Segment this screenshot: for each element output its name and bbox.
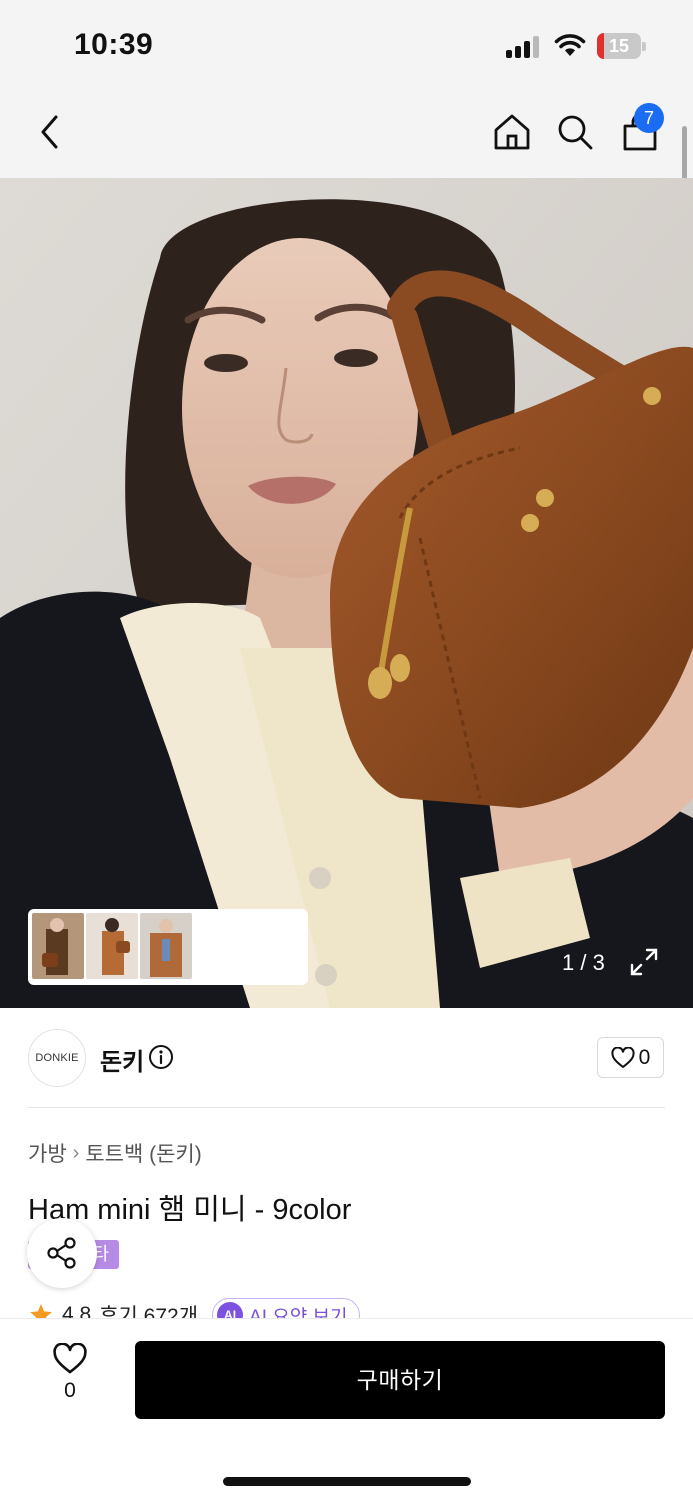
carousel-page-indicator: 1 / 3 <box>562 950 605 975</box>
battery-percent: 15 <box>608 36 630 56</box>
heart-outline-icon <box>611 1046 635 1068</box>
share-icon <box>47 1237 76 1269</box>
expand-icon[interactable] <box>628 946 660 978</box>
home-button[interactable] <box>488 108 536 156</box>
brand-logo[interactable]: DONKIE <box>28 1029 86 1087</box>
share-button[interactable] <box>27 1218 97 1288</box>
thumbnail-strip <box>28 909 308 985</box>
breadcrumb: 가방 › 토트백 (돈키) <box>28 1138 202 1168</box>
heart-outline-icon <box>53 1343 87 1374</box>
breadcrumb-item-bag[interactable]: 가방 <box>28 1138 67 1168</box>
status-bar: 10:39 15 <box>0 0 693 88</box>
status-time: 10:39 <box>74 28 154 61</box>
brand-like-button[interactable]: 0 <box>597 1037 664 1078</box>
home-icon <box>494 114 530 150</box>
wishlist-button[interactable]: 0 <box>40 1343 100 1413</box>
buy-button[interactable]: 구매하기 <box>135 1341 665 1419</box>
home-indicator <box>223 1477 471 1486</box>
cellular-signal-icon <box>506 34 542 58</box>
thumbnail-3[interactable] <box>140 913 192 979</box>
wishlist-count: 0 <box>64 1379 76 1402</box>
search-button[interactable] <box>551 108 599 156</box>
info-icon[interactable] <box>148 1044 174 1070</box>
bottom-action-bar: 0 구매하기 <box>0 1318 693 1500</box>
breadcrumb-item-tote[interactable]: 토트백 (돈키) <box>85 1138 201 1168</box>
brand-name[interactable]: 돈키 <box>100 1042 144 1077</box>
top-nav-bar <box>0 88 693 178</box>
thumbnail-1[interactable] <box>32 913 84 979</box>
chevron-right-icon: › <box>72 1141 80 1164</box>
back-button[interactable] <box>26 108 74 156</box>
cart-count-badge: 7 <box>634 103 664 133</box>
brand-like-count: 0 <box>638 1045 651 1069</box>
product-hero-image <box>0 178 693 1008</box>
divider <box>28 1107 665 1108</box>
product-image-carousel[interactable]: 1 / 3 <box>0 178 693 1008</box>
battery-icon: 15 <box>597 33 647 59</box>
thumbnail-2[interactable] <box>86 913 138 979</box>
search-icon <box>558 115 593 150</box>
chevron-left-icon <box>41 115 58 149</box>
brand-row: DONKIE 돈키 0 <box>0 1008 693 1108</box>
wifi-icon <box>554 34 586 56</box>
